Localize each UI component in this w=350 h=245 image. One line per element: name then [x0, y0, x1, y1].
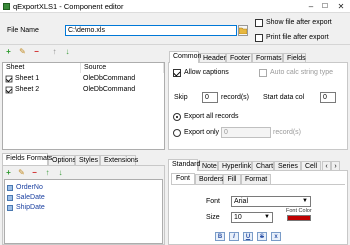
- size-select-value: 10: [234, 214, 242, 221]
- list-item[interactable]: ShipDate: [7, 204, 157, 213]
- sheets-list[interactable]: Sheet Source Sheet 1 OleDbCommand Sheet …: [2, 62, 165, 150]
- field-icon: [7, 195, 13, 201]
- skip-label: Skip: [174, 94, 188, 101]
- underline-button[interactable]: U: [243, 232, 253, 241]
- subtab-fill[interactable]: Fill: [223, 174, 241, 184]
- field-name: SaleDate: [16, 194, 45, 201]
- chevron-down-icon: ▼: [302, 198, 308, 204]
- font-color-swatch[interactable]: [287, 215, 311, 221]
- subtab-line: [171, 184, 345, 185]
- move-up-button[interactable]: ↑: [51, 48, 58, 56]
- show-after-export-checkbox[interactable]: [255, 19, 263, 27]
- remove-field-button[interactable]: −: [31, 169, 38, 177]
- start-col-label: Start data col: [263, 94, 305, 101]
- superscript-button[interactable]: x: [271, 232, 281, 241]
- app-icon: [3, 3, 10, 10]
- start-col-input[interactable]: 0: [320, 92, 336, 103]
- size-select[interactable]: 10 ▼: [231, 212, 273, 223]
- edit-sheet-button[interactable]: ✎: [19, 48, 26, 56]
- folder-icon: [239, 27, 247, 34]
- font-label: Font: [206, 198, 221, 205]
- close-button[interactable]: ✕: [334, 1, 348, 12]
- font-color-label: Font Color: [286, 208, 312, 214]
- skip-input[interactable]: 0: [202, 92, 218, 103]
- file-name-label: File Name: [7, 27, 39, 34]
- list-item[interactable]: SaleDate: [7, 194, 157, 203]
- sheet-source: OleDbCommand: [83, 75, 136, 82]
- tab-extensions[interactable]: Extensions: [100, 155, 138, 165]
- standard-tab-panel: Font Borders Fill Format Font Arial ▼ Si…: [168, 170, 348, 245]
- export-all-label: Export all records: [184, 113, 239, 120]
- sheet-name: Sheet 1: [15, 75, 40, 82]
- export-all-radio[interactable]: [173, 113, 181, 121]
- font-select[interactable]: Arial ▼: [231, 196, 311, 207]
- size-label: Size: [206, 214, 220, 221]
- tab-fields-formats[interactable]: Fields Formats: [2, 153, 52, 165]
- field-icon: [7, 205, 13, 211]
- common-tab-panel: Allow captions Auto calc string type Ski…: [168, 62, 348, 150]
- add-field-button[interactable]: +: [5, 169, 12, 177]
- table-row[interactable]: Sheet 2 OleDbCommand: [3, 86, 164, 95]
- move-down-button[interactable]: ↓: [64, 48, 71, 56]
- field-icon: [7, 185, 13, 191]
- sheet-source: OleDbCommand: [83, 86, 136, 93]
- chevron-down-icon: ▼: [264, 214, 270, 220]
- title-bar: qExportXLS1 - Component editor – ☐ ✕: [0, 0, 350, 13]
- show-after-export-label: Show file after export: [266, 19, 332, 26]
- fields-list[interactable]: OrderNo SaleDate ShipDate: [4, 179, 163, 244]
- bold-button[interactable]: B: [215, 232, 225, 241]
- tab-options[interactable]: Options: [48, 155, 76, 165]
- sheet-checkbox[interactable]: [5, 86, 13, 94]
- export-only-radio[interactable]: [173, 129, 181, 137]
- remove-sheet-button[interactable]: −: [33, 48, 40, 56]
- edit-field-button[interactable]: ✎: [18, 169, 25, 177]
- minimize-button[interactable]: –: [304, 1, 318, 12]
- print-after-export-label: Print file after export: [266, 34, 329, 41]
- tab-styles[interactable]: Styles: [75, 155, 100, 165]
- sheet-checkbox[interactable]: [5, 75, 13, 83]
- fields-formats-panel: + ✎ − ↑ ↓ OrderNo SaleDate ShipDate: [2, 165, 165, 245]
- table-row[interactable]: Sheet 1 OleDbCommand: [3, 75, 164, 84]
- browse-button[interactable]: [238, 25, 248, 36]
- add-sheet-button[interactable]: +: [5, 48, 12, 56]
- field-name: OrderNo: [16, 184, 43, 191]
- tab-standard[interactable]: Standard: [168, 159, 200, 171]
- tab-common[interactable]: Common: [169, 51, 201, 63]
- subtab-format[interactable]: Format: [241, 174, 271, 184]
- strikeout-button[interactable]: S: [257, 232, 267, 241]
- file-name-input[interactable]: C:\demo.xls: [65, 25, 237, 36]
- export-fields-button[interactable]: ↓: [57, 169, 64, 177]
- allow-captions-label: Allow captions: [184, 69, 229, 76]
- export-only-label: Export only: [184, 129, 220, 136]
- list-item[interactable]: OrderNo: [7, 184, 157, 193]
- allow-captions-checkbox[interactable]: [173, 69, 181, 77]
- auto-calc-checkbox[interactable]: [259, 69, 267, 77]
- subtab-font[interactable]: Font: [171, 173, 195, 184]
- import-fields-button[interactable]: ↑: [44, 169, 51, 177]
- font-select-value: Arial: [234, 198, 249, 205]
- export-only-unit: record(s): [273, 129, 302, 136]
- separator: [0, 44, 350, 45]
- italic-button[interactable]: I: [229, 232, 239, 241]
- skip-records-label: record(s): [221, 94, 250, 101]
- export-only-input[interactable]: 0: [221, 127, 271, 138]
- column-header-source[interactable]: Source: [81, 63, 164, 73]
- field-name: ShipDate: [16, 204, 45, 211]
- subtab-borders[interactable]: Borders: [195, 174, 224, 184]
- sheet-name: Sheet 2: [15, 86, 40, 93]
- auto-calc-label: Auto calc string type: [270, 69, 334, 76]
- column-header-sheet[interactable]: Sheet: [3, 63, 81, 73]
- window-title: qExportXLS1 - Component editor: [13, 2, 124, 11]
- print-after-export-checkbox[interactable]: [255, 34, 263, 42]
- maximize-button[interactable]: ☐: [318, 1, 332, 12]
